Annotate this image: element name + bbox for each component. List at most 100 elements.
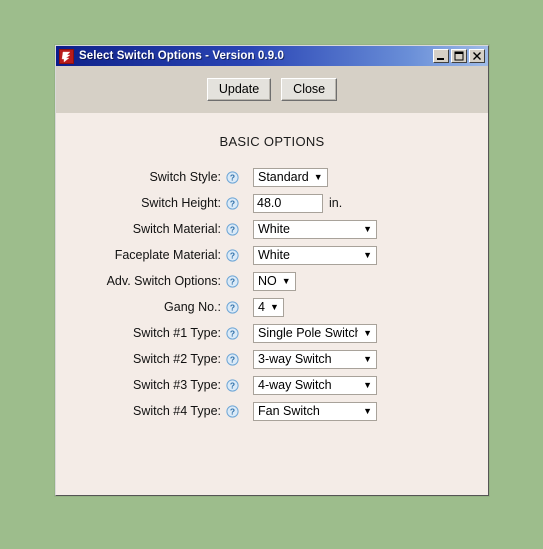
chevron-down-icon: ▼ xyxy=(363,223,372,234)
option-control: Fan Switch ▼ xyxy=(239,401,488,421)
svg-text:?: ? xyxy=(230,354,235,364)
help-icon[interactable]: ? xyxy=(226,170,239,184)
option-select-value: Standard xyxy=(258,169,309,184)
option-select[interactable]: Standard ▼ xyxy=(253,167,328,187)
window-controls xyxy=(433,49,486,63)
option-select[interactable]: White ▼ xyxy=(253,219,377,239)
option-label-wrap: Switch Style:? xyxy=(56,170,239,184)
close-button[interactable] xyxy=(469,49,485,63)
options-form: Switch Style:? Standard ▼ Switch Height:? in… xyxy=(56,164,488,424)
minimize-button[interactable] xyxy=(433,49,449,63)
svg-text:?: ? xyxy=(230,406,235,416)
options-panel: BASIC OPTIONS Switch Style:? Standard ▼ Swi… xyxy=(56,113,488,495)
option-control: Standard ▼ xyxy=(239,167,488,187)
help-icon[interactable]: ? xyxy=(226,196,239,210)
option-control: White ▼ xyxy=(239,245,488,265)
option-label: Gang No.: xyxy=(164,300,221,314)
option-label-wrap: Switch #2 Type:? xyxy=(56,352,239,366)
svg-text:?: ? xyxy=(230,250,235,260)
option-label: Switch Material: xyxy=(132,222,221,236)
option-label: Adv. Switch Options: xyxy=(106,274,221,288)
option-row: Switch Style:? Standard ▼ xyxy=(56,164,488,190)
chevron-down-icon: ▼ xyxy=(281,275,291,286)
option-select-value: 4 xyxy=(258,299,265,314)
option-select[interactable]: Single Pole Switch ▼ xyxy=(253,323,377,343)
option-select-value: 4-way Switch xyxy=(258,377,332,392)
help-icon[interactable]: ? xyxy=(226,300,239,314)
help-icon[interactable]: ? xyxy=(226,378,239,392)
application-window: Select Switch Options - Version 0.9.0 Up… xyxy=(55,45,489,496)
option-select[interactable]: Fan Switch ▼ xyxy=(253,401,377,421)
option-row: Adv. Switch Options:? NO ▼ xyxy=(56,268,488,294)
option-control: 3-way Switch ▼ xyxy=(239,349,488,369)
window-title: Select Switch Options - Version 0.9.0 xyxy=(79,50,285,62)
help-icon[interactable]: ? xyxy=(226,248,239,262)
chevron-down-icon: ▼ xyxy=(363,249,372,260)
help-icon[interactable]: ? xyxy=(226,326,239,340)
option-label-wrap: Switch Height:? xyxy=(56,196,239,210)
help-icon[interactable]: ? xyxy=(226,352,239,366)
maximize-button[interactable] xyxy=(451,49,467,63)
option-label: Switch #1 Type: xyxy=(132,326,221,340)
option-control: in. xyxy=(239,193,488,213)
option-label-wrap: Adv. Switch Options:? xyxy=(56,274,239,288)
option-row: Switch #1 Type:? Single Pole Switch ▼ xyxy=(56,320,488,346)
option-select-value: Single Pole Switch xyxy=(258,325,359,340)
svg-text:?: ? xyxy=(230,302,235,312)
option-select[interactable]: NO ▼ xyxy=(253,271,296,291)
help-icon[interactable]: ? xyxy=(226,274,239,288)
chevron-down-icon: ▼ xyxy=(363,379,372,390)
svg-text:?: ? xyxy=(230,224,235,234)
option-control: 4 ▼ xyxy=(239,297,488,317)
option-select-value: White xyxy=(258,247,290,262)
option-control: 4-way Switch ▼ xyxy=(239,375,488,395)
chevron-down-icon: ▼ xyxy=(363,327,372,338)
chevron-down-icon: ▼ xyxy=(313,171,323,182)
help-icon[interactable]: ? xyxy=(226,404,239,418)
option-select[interactable]: 4 ▼ xyxy=(253,297,284,317)
option-label: Switch #4 Type: xyxy=(132,404,221,418)
option-label-wrap: Faceplate Material:? xyxy=(56,248,239,262)
svg-text:?: ? xyxy=(230,172,235,182)
option-label: Switch Height: xyxy=(141,196,221,210)
option-text-input[interactable] xyxy=(253,193,323,213)
option-row: Gang No.:? 4 ▼ xyxy=(56,294,488,320)
page-title: BASIC OPTIONS xyxy=(219,134,325,149)
option-label: Faceplate Material: xyxy=(114,248,221,262)
option-label-wrap: Switch #1 Type:? xyxy=(56,326,239,340)
option-row: Switch Height:? in. xyxy=(56,190,488,216)
option-label-wrap: Switch #3 Type:? xyxy=(56,378,239,392)
chevron-down-icon: ▼ xyxy=(269,301,279,312)
option-label: Switch #3 Type: xyxy=(132,378,221,392)
option-select[interactable]: 4-way Switch ▼ xyxy=(253,375,377,395)
option-control: NO ▼ xyxy=(239,271,488,291)
option-row: Switch #2 Type:? 3-way Switch ▼ xyxy=(56,346,488,372)
option-label-wrap: Gang No.:? xyxy=(56,300,239,314)
option-label-wrap: Switch #4 Type:? xyxy=(56,404,239,418)
help-icon[interactable]: ? xyxy=(226,222,239,236)
chevron-down-icon: ▼ xyxy=(363,353,372,364)
close-dialog-button[interactable]: Close xyxy=(281,78,338,101)
svg-text:?: ? xyxy=(230,380,235,390)
option-control: White ▼ xyxy=(239,219,488,239)
option-row: Switch #3 Type:? 4-way Switch ▼ xyxy=(56,372,488,398)
svg-text:?: ? xyxy=(230,328,235,338)
option-select[interactable]: 3-way Switch ▼ xyxy=(253,349,377,369)
option-row: Faceplate Material:? White ▼ xyxy=(56,242,488,268)
svg-text:?: ? xyxy=(230,276,235,286)
option-unit-label: in. xyxy=(329,196,343,210)
svg-text:?: ? xyxy=(230,198,235,208)
option-label: Switch #2 Type: xyxy=(132,352,221,366)
option-select[interactable]: White ▼ xyxy=(253,245,377,265)
option-select-value: Fan Switch xyxy=(258,403,320,418)
app-logo-icon xyxy=(59,48,74,64)
title-bar: Select Switch Options - Version 0.9.0 xyxy=(56,46,488,66)
option-label-wrap: Switch Material:? xyxy=(56,222,239,236)
option-select-value: 3-way Switch xyxy=(258,351,332,366)
window-toolbar: Update Close xyxy=(56,66,488,113)
chevron-down-icon: ▼ xyxy=(363,405,372,416)
option-row: Switch #4 Type:? Fan Switch ▼ xyxy=(56,398,488,424)
option-control: Single Pole Switch ▼ xyxy=(239,323,488,343)
update-button[interactable]: Update xyxy=(206,78,272,101)
option-select-value: NO xyxy=(258,273,277,288)
